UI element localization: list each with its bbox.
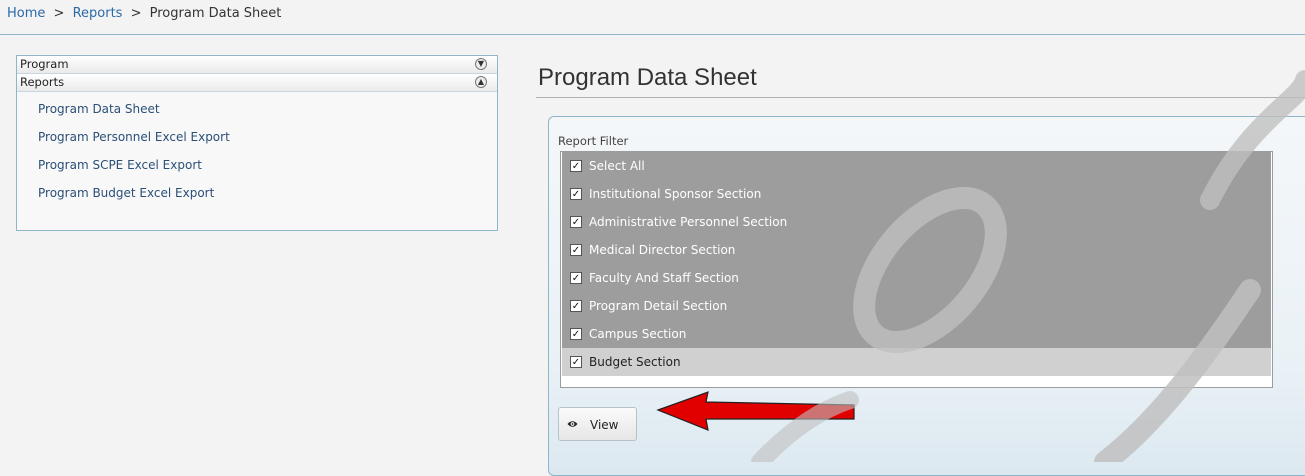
breadcrumb-separator: > xyxy=(53,6,65,21)
filter-label: Administrative Personnel Section xyxy=(589,215,788,229)
accordion-reports[interactable]: Reports ▲ xyxy=(17,74,497,92)
filter-label: Faculty And Staff Section xyxy=(589,271,739,285)
accordion-program[interactable]: Program ▼ xyxy=(17,56,497,74)
filter-institutional-sponsor[interactable]: ✓ Institutional Sponsor Section xyxy=(562,180,1271,208)
report-filter-list: ✓ Select All ✓ Institutional Sponsor Sec… xyxy=(560,151,1273,388)
filter-administrative-personnel[interactable]: ✓ Administrative Personnel Section xyxy=(562,208,1271,236)
filter-label: Program Detail Section xyxy=(589,299,728,313)
menu-item-scpe-export[interactable]: Program SCPE Excel Export xyxy=(17,154,497,182)
filter-campus[interactable]: ✓ Campus Section xyxy=(562,320,1271,348)
menu-item-program-data-sheet[interactable]: Program Data Sheet xyxy=(17,98,497,126)
checkbox-icon[interactable]: ✓ xyxy=(570,160,582,172)
title-divider xyxy=(536,97,1305,98)
filter-select-all[interactable]: ✓ Select All xyxy=(562,152,1271,180)
accordion-reports-label: Reports xyxy=(20,75,65,89)
breadcrumb: Home > Reports > Program Data Sheet xyxy=(0,0,1305,35)
checkbox-icon[interactable]: ✓ xyxy=(570,216,582,228)
menu-item-budget-export[interactable]: Program Budget Excel Export xyxy=(17,182,497,210)
page-title: Program Data Sheet xyxy=(538,64,757,91)
arrow-shape xyxy=(656,391,855,431)
checkbox-icon[interactable]: ✓ xyxy=(570,356,582,368)
reports-menu: Program Data Sheet Program Personnel Exc… xyxy=(17,92,497,210)
sidebar-panel: Program ▼ Reports ▲ Program Data Sheet P… xyxy=(16,55,498,231)
filter-label: Institutional Sponsor Section xyxy=(589,187,762,201)
checkbox-icon[interactable]: ✓ xyxy=(570,188,582,200)
eye-icon xyxy=(567,421,578,427)
view-button[interactable]: View xyxy=(558,407,637,441)
red-arrow-annotation xyxy=(656,391,855,431)
breadcrumb-home[interactable]: Home xyxy=(7,6,45,21)
expand-down-icon[interactable]: ▼ xyxy=(475,58,487,70)
filter-label: Medical Director Section xyxy=(589,243,736,257)
filter-label: Select All xyxy=(589,159,645,173)
menu-item-personnel-export[interactable]: Program Personnel Excel Export xyxy=(17,126,497,154)
view-button-label: View xyxy=(590,418,619,432)
checkbox-icon[interactable]: ✓ xyxy=(570,328,582,340)
filter-faculty-staff[interactable]: ✓ Faculty And Staff Section xyxy=(562,264,1271,292)
filter-label: Budget Section xyxy=(589,355,681,369)
filter-budget[interactable]: ✓ Budget Section xyxy=(562,348,1271,376)
breadcrumb-reports[interactable]: Reports xyxy=(73,6,123,21)
filter-label: Campus Section xyxy=(589,327,687,341)
checkbox-icon[interactable]: ✓ xyxy=(570,300,582,312)
filter-medical-director[interactable]: ✓ Medical Director Section xyxy=(562,236,1271,264)
breadcrumb-current: Program Data Sheet xyxy=(149,6,282,21)
checkbox-icon[interactable]: ✓ xyxy=(570,244,582,256)
filter-program-detail[interactable]: ✓ Program Detail Section xyxy=(562,292,1271,320)
report-filter-label: Report Filter xyxy=(558,134,629,148)
breadcrumb-separator: > xyxy=(130,6,142,21)
checkbox-icon[interactable]: ✓ xyxy=(570,272,582,284)
collapse-up-icon[interactable]: ▲ xyxy=(475,76,487,88)
accordion-program-label: Program xyxy=(20,57,69,71)
